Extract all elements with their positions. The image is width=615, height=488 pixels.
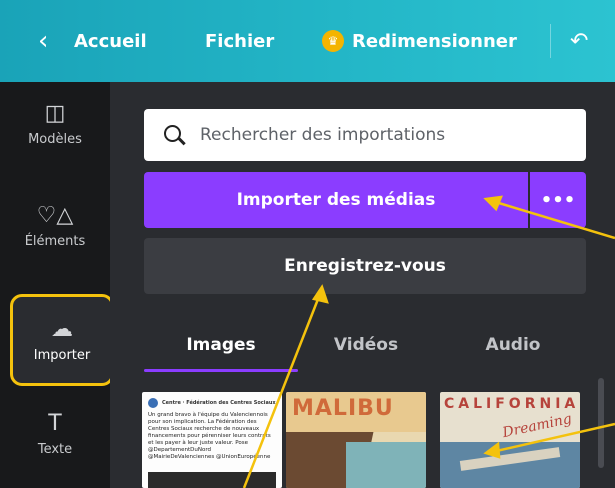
annotation-arrows xyxy=(242,195,615,488)
annotation-arrow-import xyxy=(483,195,615,240)
annotation-arrow-thumbnail xyxy=(483,422,615,459)
annotation-arrow-register xyxy=(242,284,329,488)
